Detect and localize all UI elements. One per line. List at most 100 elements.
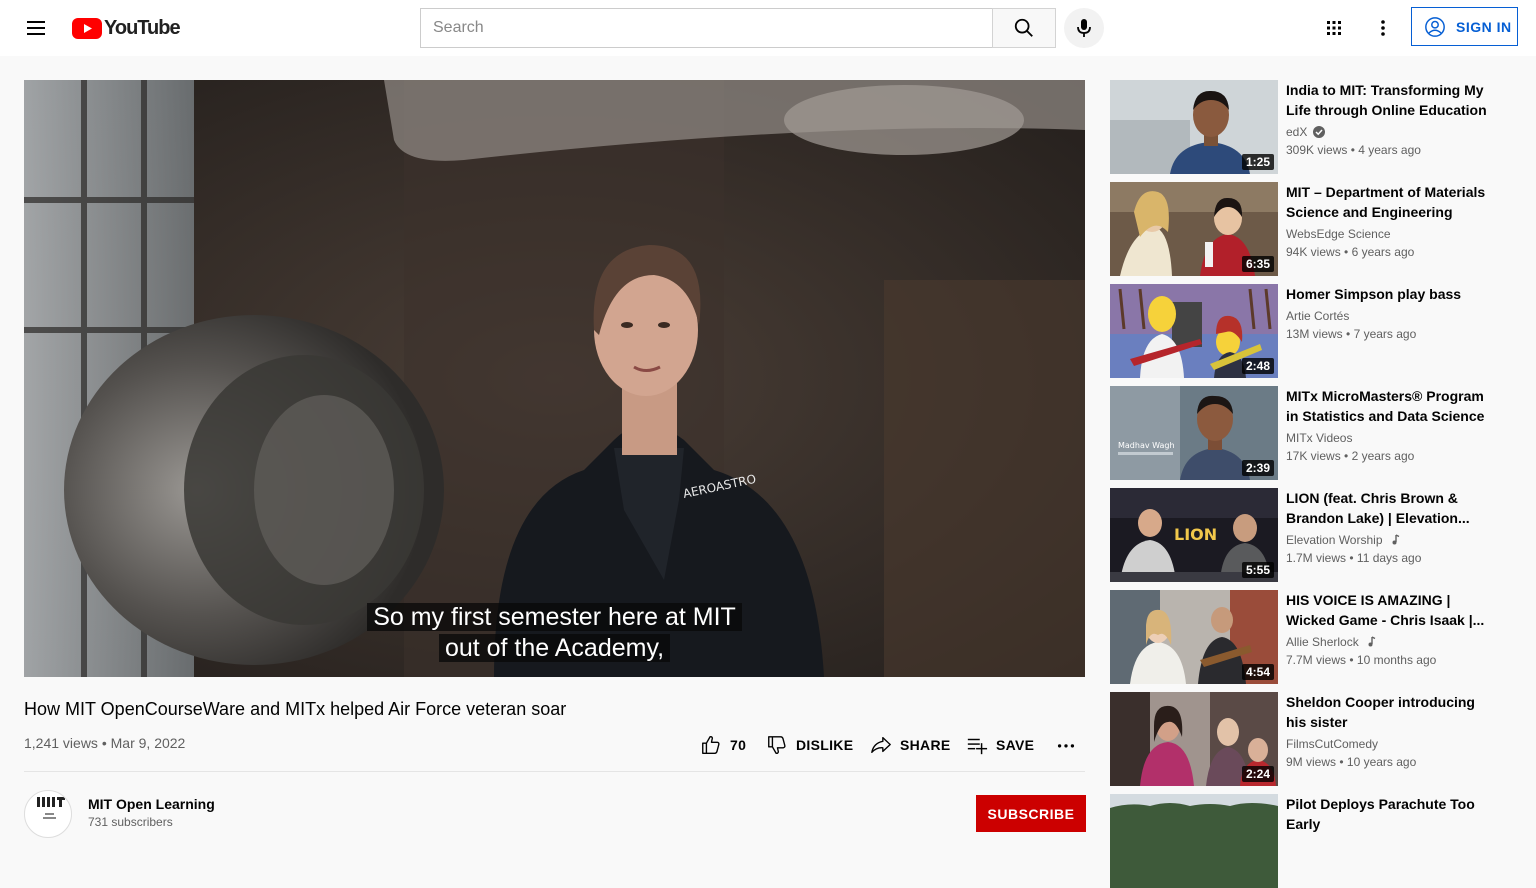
- video-thumbnail[interactable]: 1:25: [1110, 80, 1278, 174]
- thumbnail-lower-third: Madhav Wagh: [1118, 441, 1175, 450]
- views-label: 94K views: [1286, 245, 1341, 259]
- video-duration: 4:54: [1241, 664, 1274, 680]
- search-button[interactable]: [992, 8, 1056, 48]
- video-thumbnail[interactable]: 4:54: [1110, 590, 1278, 684]
- recommended-video[interactable]: 4:54 HIS VOICE IS AMAZING | Wicked Game …: [1110, 590, 1510, 684]
- video-thumbnail[interactable]: 2:48: [1110, 284, 1278, 378]
- recommended-video[interactable]: Madhav Wagh 2:39 MITx MicroMasters® Prog…: [1110, 386, 1510, 480]
- recommended-title[interactable]: LION (feat. Chris Brown & Brandon Lake) …: [1286, 488, 1492, 528]
- channel-label: WebsEdge Science: [1286, 227, 1391, 241]
- publish-date: Mar 9, 2022: [110, 735, 186, 751]
- caption-text-1: So my first semester here at MIT: [367, 603, 742, 631]
- like-button[interactable]: 70: [700, 733, 746, 757]
- search-icon: [1014, 18, 1033, 37]
- views-label: 9M views: [1286, 755, 1337, 769]
- dislike-button[interactable]: DISLIKE: [766, 733, 853, 757]
- caption-text-2: out of the Academy,: [438, 634, 671, 662]
- subscriber-count: 731 subscribers: [88, 815, 173, 829]
- more-horiz-icon: [1057, 744, 1075, 748]
- recommended-meta: 1.7M views • 11 days ago: [1286, 551, 1422, 565]
- recommended-meta: 309K views • 4 years ago: [1286, 143, 1421, 157]
- divider: [24, 771, 1085, 772]
- recommended-channel[interactable]: MITx Videos: [1286, 431, 1352, 445]
- recommended-meta: 94K views • 6 years ago: [1286, 245, 1415, 259]
- age-label: 4 years ago: [1358, 143, 1421, 157]
- video-player[interactable]: AEROASTRO So my first semester here at M…: [24, 80, 1085, 677]
- dislike-label: DISLIKE: [796, 737, 854, 753]
- video-frame: AEROASTRO: [24, 80, 1085, 677]
- age-label: 11 days ago: [1356, 551, 1422, 565]
- recommended-title[interactable]: MIT – Department of Materials Science an…: [1286, 182, 1492, 222]
- video-thumbnail[interactable]: [1110, 794, 1278, 888]
- recommended-channel[interactable]: FilmsCutComedy: [1286, 737, 1378, 751]
- subscribe-button[interactable]: SUBSCRIBE: [976, 795, 1086, 832]
- apps-grid-icon[interactable]: [1322, 16, 1346, 40]
- age-label: 10 months ago: [1356, 653, 1437, 667]
- verified-icon: [1313, 126, 1326, 138]
- recommended-channel[interactable]: Elevation Worship: [1286, 533, 1401, 547]
- recommended-title[interactable]: Pilot Deploys Parachute Too Early: [1286, 794, 1492, 834]
- recommended-meta: 7.7M views • 10 months ago: [1286, 653, 1437, 667]
- recommended-video[interactable]: 1:25 India to MIT: Transforming My Life …: [1110, 80, 1510, 174]
- age-label: 6 years ago: [1351, 245, 1415, 259]
- view-count: 1,241 views: [24, 735, 98, 751]
- youtube-logo[interactable]: YouTube: [72, 16, 181, 39]
- more-vert-icon[interactable]: [1371, 16, 1395, 40]
- save-button[interactable]: SAVE: [966, 733, 1034, 757]
- recommended-meta: 9M views • 10 years ago: [1286, 755, 1417, 769]
- playlist-add-icon: [967, 738, 988, 755]
- video-thumbnail[interactable]: 6:35: [1110, 182, 1278, 276]
- video-thumbnail[interactable]: LION 5:55: [1110, 488, 1278, 582]
- channel-label: Artie Cortés: [1286, 309, 1350, 323]
- recommended-title[interactable]: HIS VOICE IS AMAZING | Wicked Game - Chr…: [1286, 590, 1492, 630]
- menu-icon[interactable]: [24, 16, 48, 40]
- video-title: How MIT OpenCourseWare and MITx helped A…: [24, 699, 567, 719]
- recommended-channel[interactable]: Allie Sherlock: [1286, 635, 1377, 649]
- recommended-channel[interactable]: WebsEdge Science: [1286, 227, 1391, 241]
- recommended-video[interactable]: 2:48 Homer Simpson play bass Artie Corté…: [1110, 284, 1510, 378]
- caption-line: So my first semester here at MIT: [24, 603, 1085, 632]
- recommended-channel[interactable]: edX: [1286, 125, 1326, 139]
- views-label: 7.7M views: [1286, 653, 1347, 667]
- channel-name[interactable]: MIT Open Learning: [88, 796, 215, 812]
- share-button[interactable]: SHARE: [870, 733, 951, 757]
- meta-separator: •: [101, 735, 107, 751]
- channel-label: MITx Videos: [1286, 431, 1353, 445]
- channel-label: Elevation Worship: [1286, 533, 1383, 547]
- thumbnail-text: LION: [1174, 525, 1217, 544]
- age-label: 2 years ago: [1351, 449, 1415, 463]
- logo-text: YouTube: [104, 16, 181, 39]
- video-duration: 2:48: [1241, 358, 1274, 374]
- views-label: 13M views: [1286, 327, 1343, 341]
- video-duration: 1:25: [1241, 154, 1274, 170]
- recommended-video[interactable]: 2:24 Sheldon Cooper introducing his sist…: [1110, 692, 1510, 786]
- like-count: 70: [730, 737, 747, 753]
- recommended-channel[interactable]: Artie Cortés: [1286, 309, 1349, 323]
- sign-in-label: SIGN IN: [1456, 18, 1512, 35]
- recommended-meta: 17K views • 2 years ago: [1286, 449, 1415, 463]
- share-label: SHARE: [900, 737, 951, 753]
- recommended-title[interactable]: MITx MicroMasters® Program in Statistics…: [1286, 386, 1492, 426]
- account-circle-icon: [1425, 16, 1445, 37]
- thumb-up-icon: [702, 735, 720, 754]
- channel-avatar[interactable]: [24, 790, 72, 838]
- youtube-play-icon: [72, 17, 102, 39]
- video-thumbnail[interactable]: 2:24: [1110, 692, 1278, 786]
- music-note-icon: [1392, 534, 1399, 545]
- video-thumbnail[interactable]: Madhav Wagh 2:39: [1110, 386, 1278, 480]
- recommended-video[interactable]: LION 5:55 LION (feat. Chris Brown & Bran…: [1110, 488, 1510, 582]
- voice-search-button[interactable]: [1064, 8, 1104, 48]
- recommended-title[interactable]: India to MIT: Transforming My Life throu…: [1286, 80, 1492, 120]
- music-note-icon: [1368, 636, 1376, 647]
- recommended-title[interactable]: Homer Simpson play bass: [1286, 284, 1492, 304]
- video-duration: 2:24: [1241, 766, 1274, 782]
- recommended-video[interactable]: 6:35 MIT – Department of Materials Scien…: [1110, 182, 1510, 276]
- share-icon: [871, 736, 891, 754]
- recommended-meta: 13M views • 7 years ago: [1286, 327, 1417, 341]
- age-label: 7 years ago: [1353, 327, 1417, 341]
- recommended-title[interactable]: Sheldon Cooper introducing his sister: [1286, 692, 1492, 732]
- recommended-video[interactable]: Pilot Deploys Parachute Too Early: [1110, 794, 1510, 888]
- more-actions-button[interactable]: [1055, 733, 1077, 757]
- sign-in-button[interactable]: SIGN IN: [1411, 7, 1518, 46]
- search-input[interactable]: [421, 9, 985, 47]
